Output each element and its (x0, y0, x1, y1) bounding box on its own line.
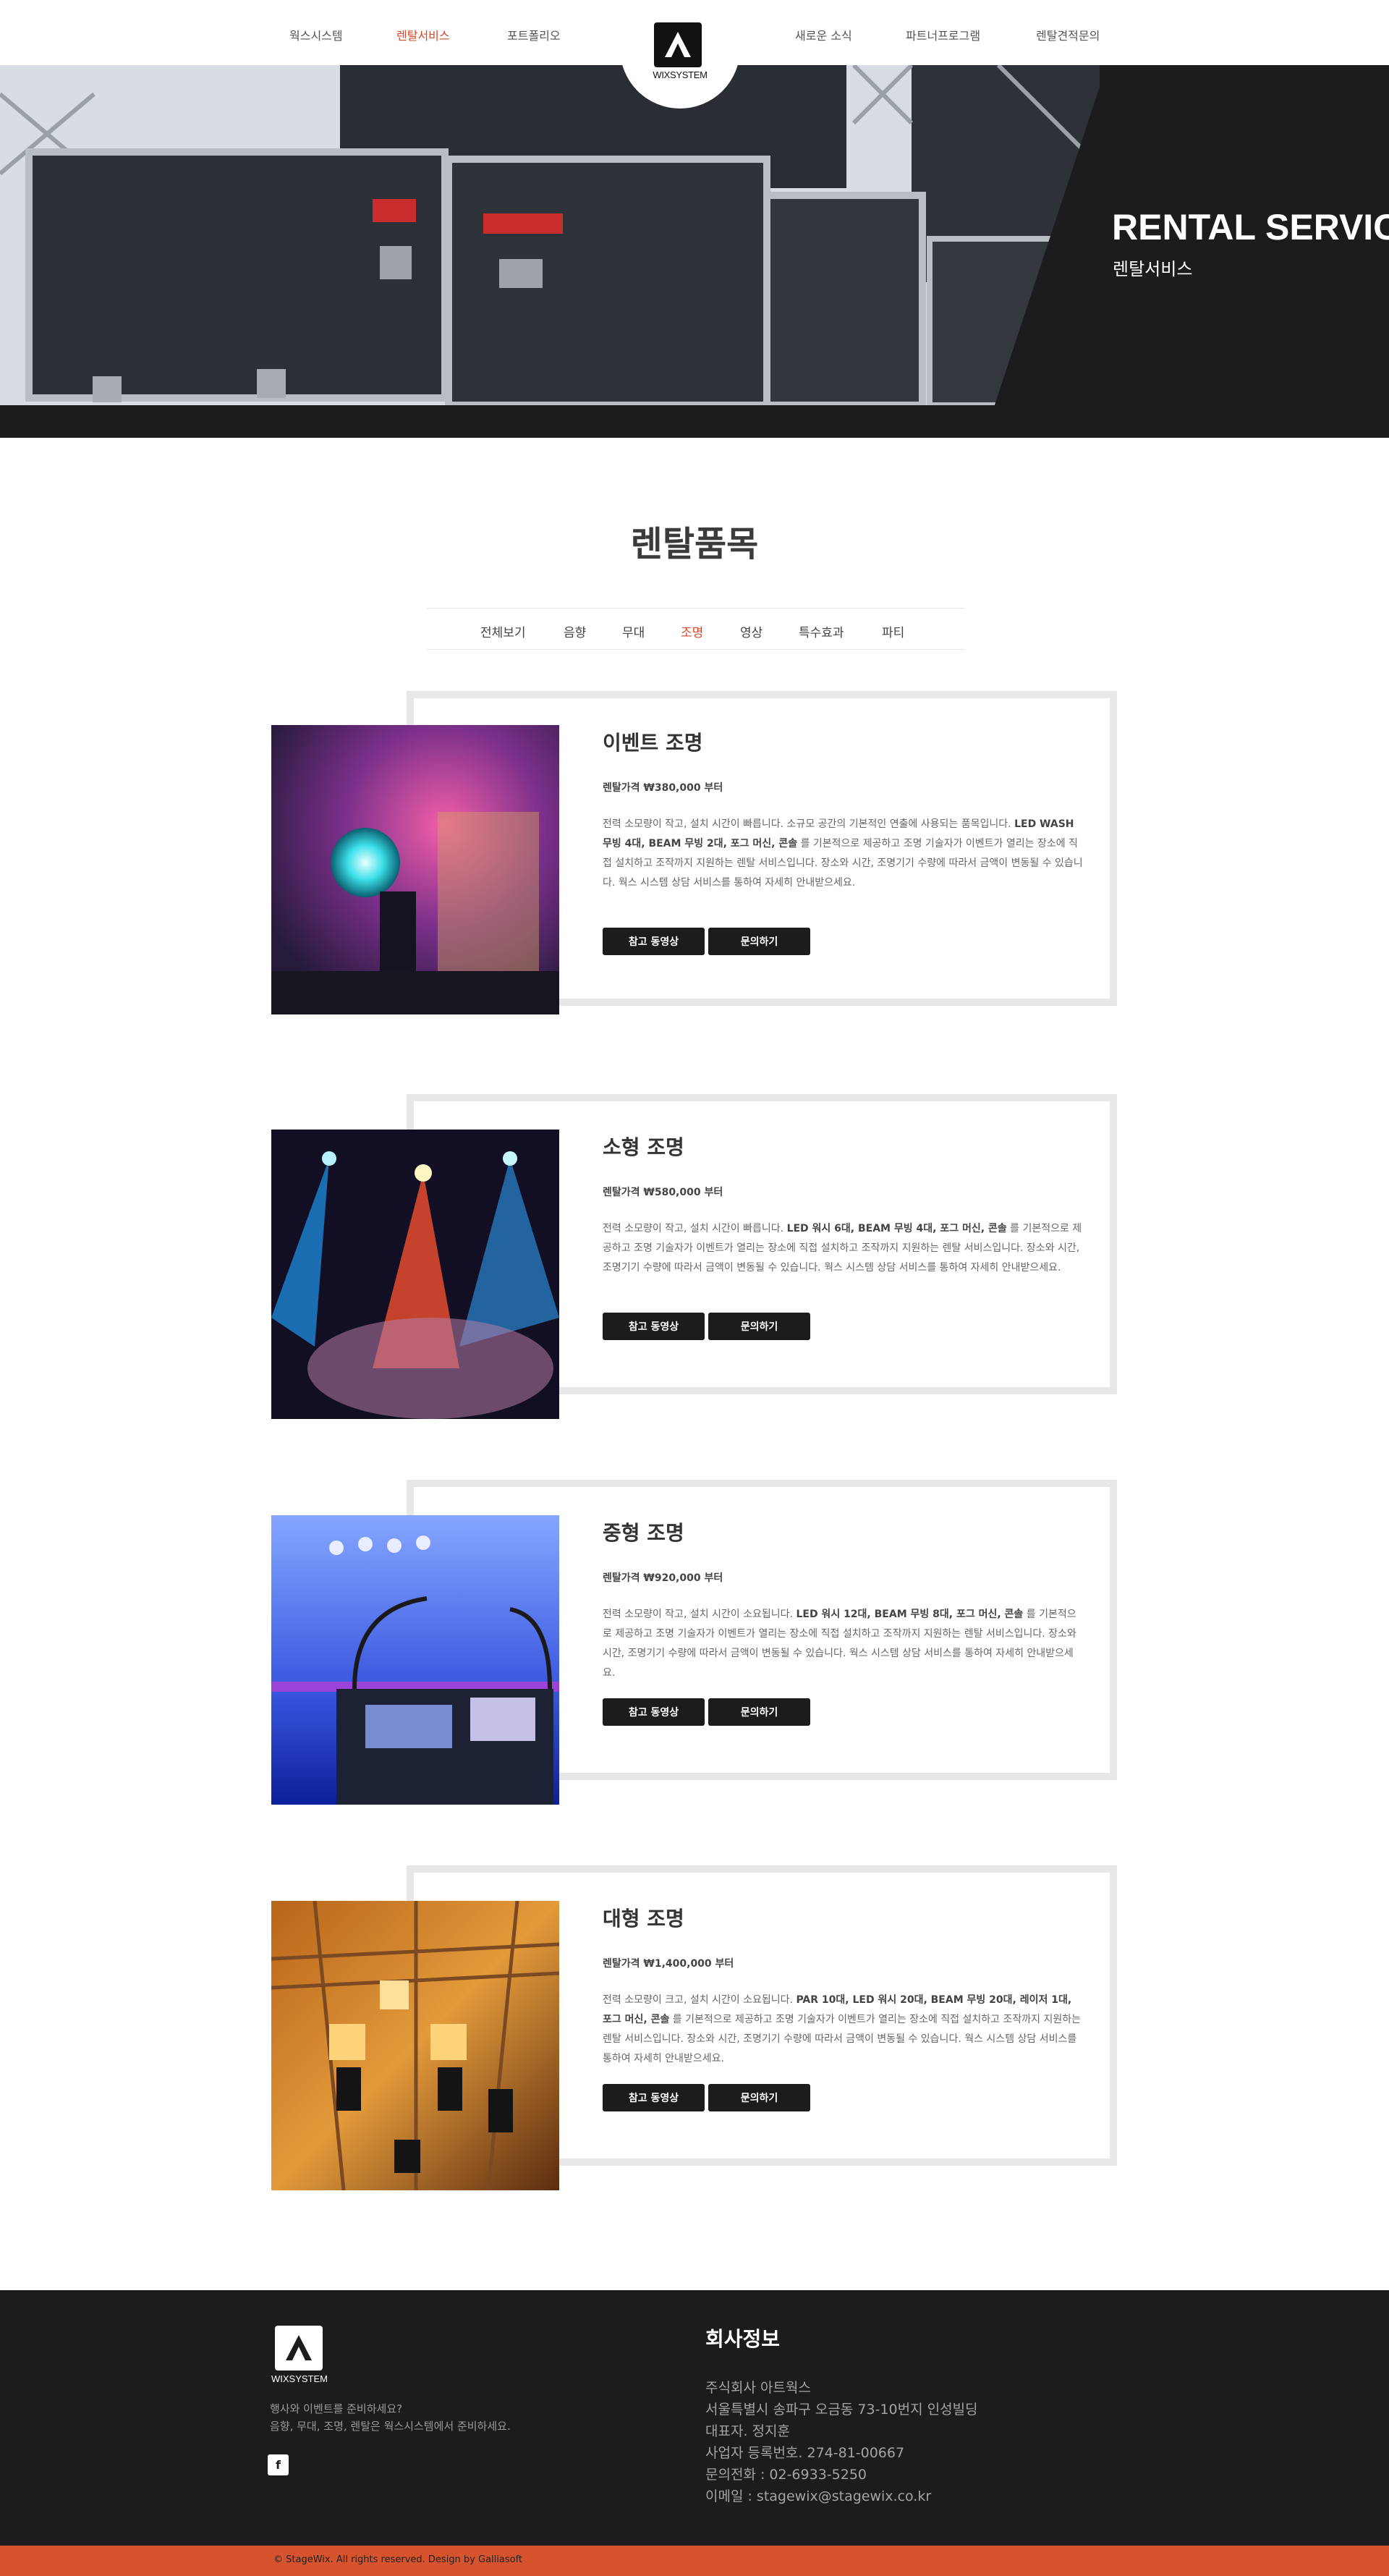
product-description: 전력 소모량이 작고, 설치 시간이 빠릅니다. 소규모 공간의 기본적인 연출… (603, 818, 1083, 889)
product-image-medium (271, 1515, 559, 1805)
nav-item-news[interactable]: 새로운 소식 (795, 26, 852, 43)
logo-icon[interactable] (654, 22, 702, 67)
product-price: 렌탈가격 ₩920,000 부터 (603, 1572, 723, 1584)
nav-item-rental[interactable]: 렌탈서비스 (396, 26, 450, 43)
hero-subtitle: 렌탈서비스 (1113, 259, 1193, 279)
tab-all[interactable]: 전체보기 (480, 622, 526, 640)
inquiry-button[interactable]: 문의하기 (708, 1698, 810, 1726)
hero-title: RENTAL SERVICE (1112, 207, 1389, 247)
product-price: 렌탈가격 ₩380,000 부터 (603, 782, 723, 794)
company-registration: 사업자 등록번호. 274-81-00667 (705, 2445, 905, 2461)
product-image-large (271, 1901, 559, 2190)
tab-effects[interactable]: 특수효과 (799, 622, 844, 640)
product-price: 렌탈가격 ₩580,000 부터 (603, 1187, 723, 1198)
footer-tagline: 행사와 이벤트를 준비하세요? 음향, 무대, 조명, 렌탈은 웍스시스템에서 … (270, 2400, 511, 2435)
category-tabs: 전체보기 음향 무대 조명 영상 특수효과 파티 (427, 608, 964, 650)
product-price: 렌탈가격 ₩1,400,000 부터 (603, 1958, 734, 1970)
product-description: 전력 소모량이 작고, 설치 시간이 소요됩니다. LED 워시 12대, BE… (603, 1609, 1076, 1679)
product-title: 소형 조명 (603, 1135, 684, 1159)
tab-video[interactable]: 영상 (740, 622, 763, 640)
product-image-small (271, 1130, 559, 1419)
inquiry-button[interactable]: 문의하기 (708, 2084, 810, 2111)
company-ceo: 대표자. 정지훈 (705, 2423, 790, 2439)
hero-banner: RENTAL SERVICE 렌탈서비스 (0, 65, 1389, 438)
reference-video-button[interactable]: 참고 동영상 (603, 2084, 705, 2111)
product-description: 전력 소모량이 크고, 설치 시간이 소요됩니다. PAR 10대, LED 워… (603, 1994, 1081, 2064)
product-title: 대형 조명 (603, 1907, 684, 1931)
reference-video-button[interactable]: 참고 동영상 (603, 928, 705, 955)
footer-logo-text: WIXSYSTEM (271, 2373, 328, 2384)
company-phone: 문의전화 : 02-6933-5250 (705, 2467, 867, 2483)
hero-image (0, 65, 1100, 416)
inquiry-button[interactable]: 문의하기 (708, 928, 810, 955)
tab-lighting[interactable]: 조명 (681, 622, 703, 640)
company-email: 이메일 : stagewix@stagewix.co.kr (705, 2488, 932, 2504)
nav-item-portfolio[interactable]: 포트폴리오 (507, 26, 561, 43)
inquiry-button[interactable]: 문의하기 (708, 1313, 810, 1340)
company-address: 서울특별시 송파구 오금동 73-10번지 인성빌딩 (705, 2402, 978, 2418)
facebook-icon[interactable]: f (268, 2454, 289, 2475)
reference-video-button[interactable]: 참고 동영상 (603, 1313, 705, 1340)
product-title: 중형 조명 (603, 1521, 684, 1545)
company-name: 주식회사 아트웍스 (705, 2380, 811, 2396)
product-image-event (271, 725, 559, 1014)
logo-text: WIXSYSTEM (653, 69, 708, 80)
page-title: 렌탈품목 (630, 524, 759, 564)
copyright-bar: © StageWix. All rights reserved. Design … (0, 2546, 1389, 2576)
nav-item-partner[interactable]: 파트너프로그램 (906, 26, 980, 43)
tab-sound[interactable]: 음향 (564, 622, 586, 640)
product-description: 전력 소모량이 작고, 설치 시간이 빠릅니다. LED 워시 6대, BEAM… (603, 1223, 1082, 1274)
footer-tagline-line: 행사와 이벤트를 준비하세요? (270, 2402, 403, 2415)
reference-video-button[interactable]: 참고 동영상 (603, 1698, 705, 1726)
company-info: 주식회사 아트웍스 서울특별시 송파구 오금동 73-10번지 인성빌딩 대표자… (705, 2377, 978, 2507)
nav-item-wixsystem[interactable]: 웍스시스템 (289, 26, 343, 43)
nav-item-quote[interactable]: 렌탈견적문의 (1036, 26, 1100, 43)
tab-party[interactable]: 파티 (882, 622, 904, 640)
footer-heading: 회사정보 (705, 2327, 781, 2351)
footer-tagline-line: 음향, 무대, 조명, 렌탈은 웍스시스템에서 준비하세요. (270, 2420, 511, 2433)
site-footer: WIXSYSTEM 행사와 이벤트를 준비하세요? 음향, 무대, 조명, 렌탈… (0, 2290, 1389, 2546)
tab-stage[interactable]: 무대 (622, 622, 645, 640)
footer-logo-icon[interactable] (275, 2326, 323, 2370)
product-title: 이벤트 조명 (603, 731, 703, 755)
copyright-text: © StageWix. All rights reserved. Design … (273, 2554, 523, 2565)
